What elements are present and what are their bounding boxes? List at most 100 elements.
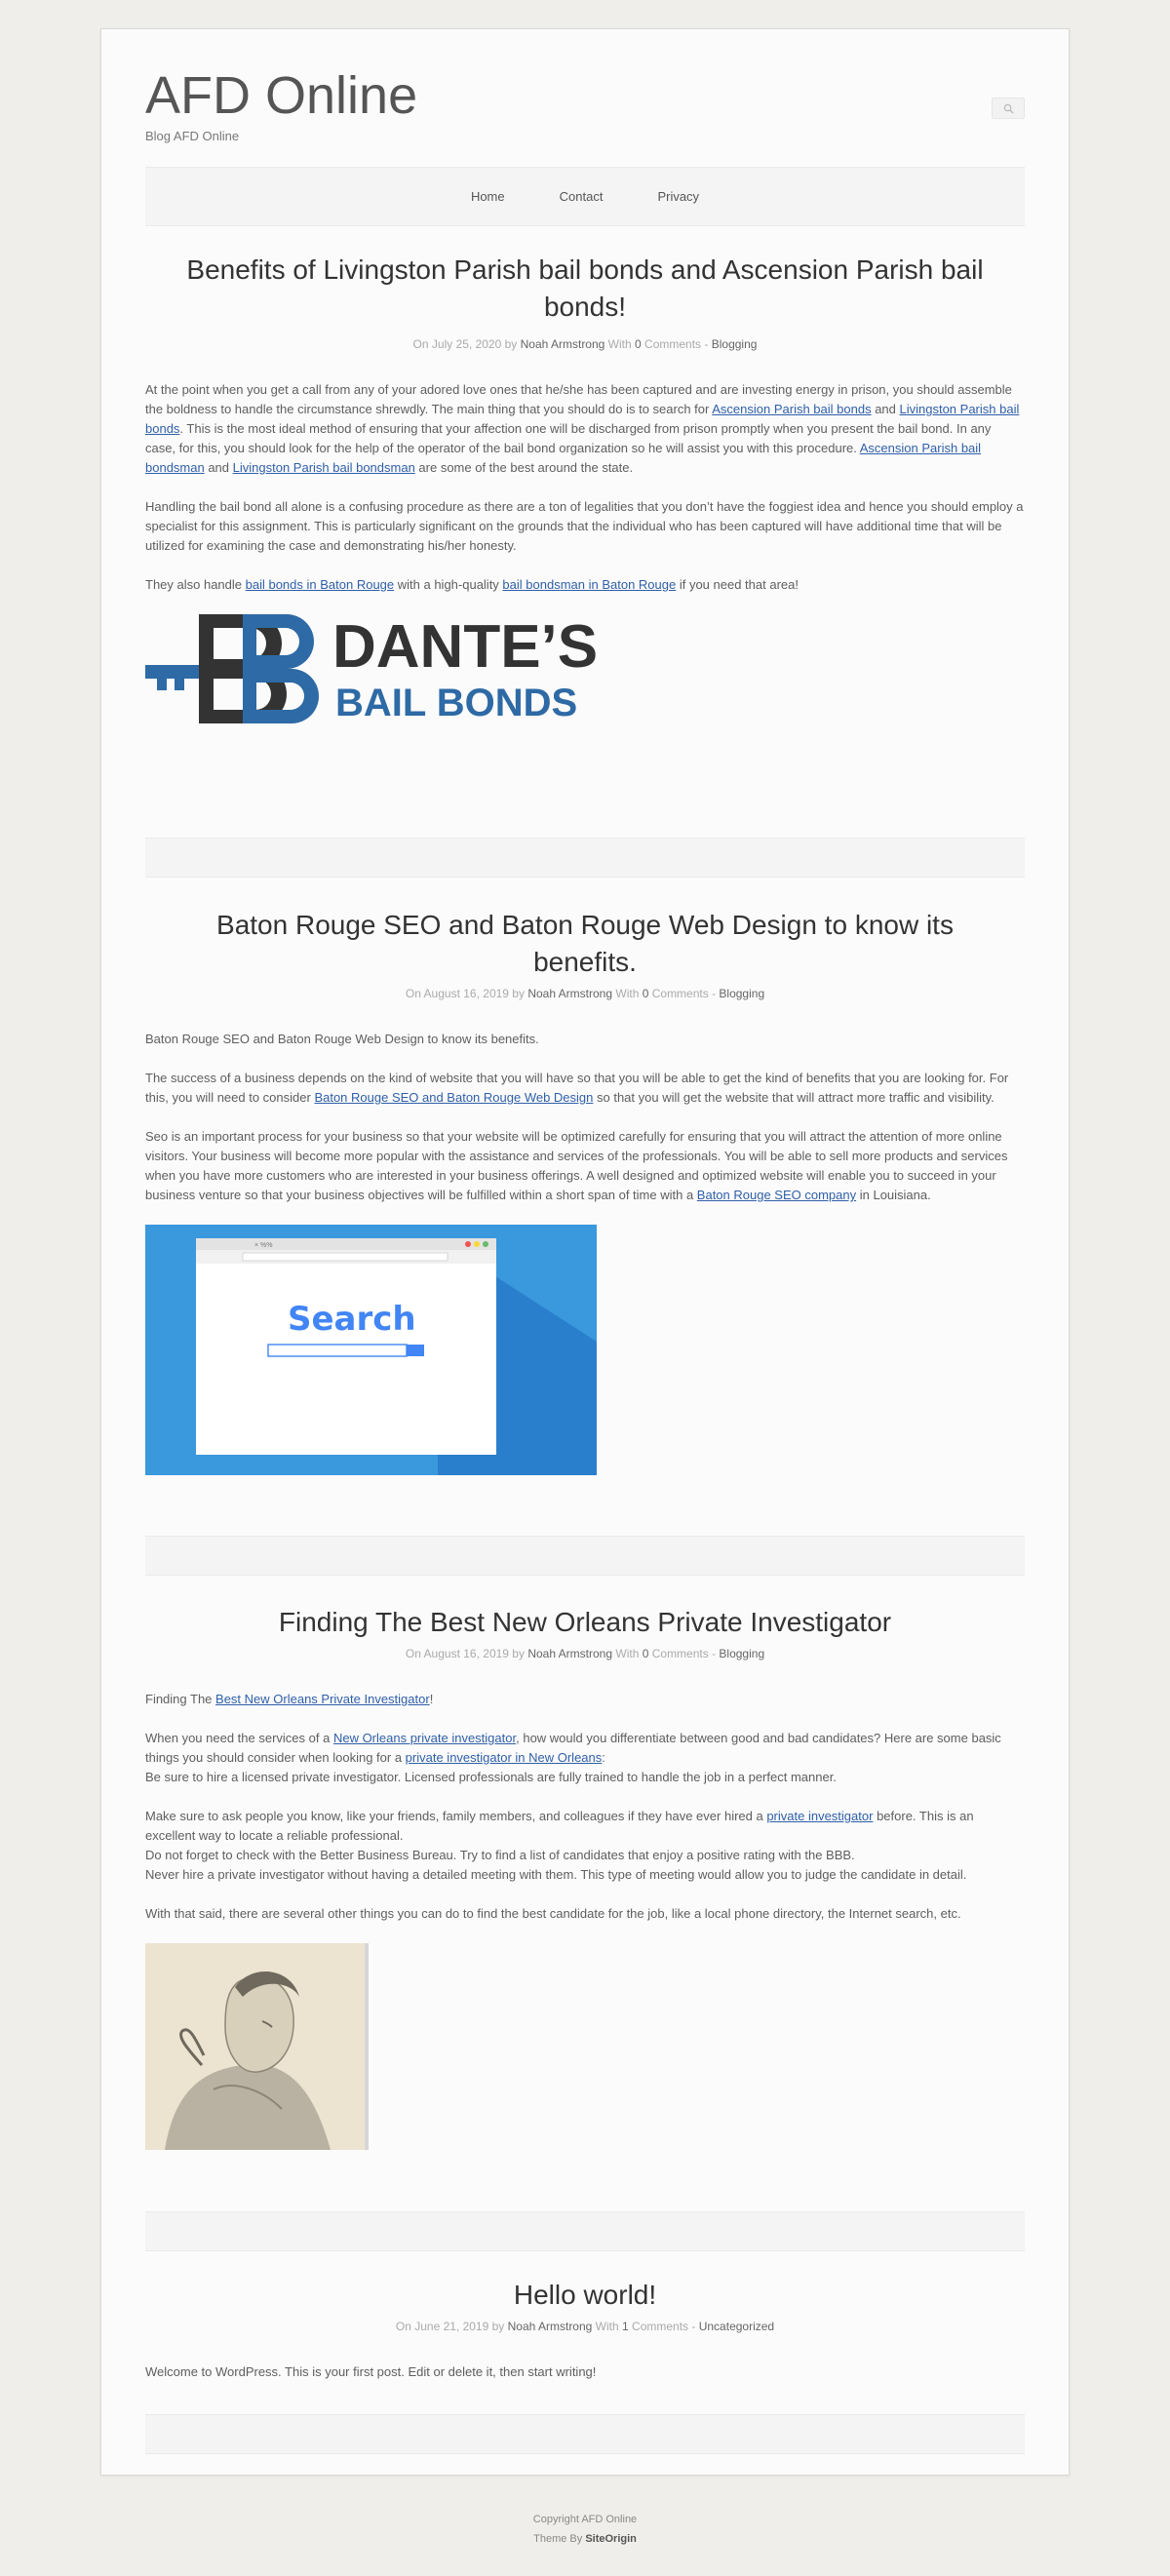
search-icon [1003, 103, 1014, 114]
paragraph: With that said, there are several other … [145, 1906, 961, 1921]
content-link[interactable]: Baton Rouge SEO company [697, 1188, 856, 1202]
category-link[interactable]: Blogging [712, 337, 758, 351]
post-title[interactable]: Hello world! [145, 2277, 1025, 2314]
content-link[interactable]: private investigator in New Orleans [406, 1750, 603, 1765]
paragraph: Baton Rouge SEO and Baton Rouge Web Desi… [145, 1032, 539, 1046]
content-link[interactable]: private investigator [766, 1809, 873, 1823]
text: When you need the services of a [145, 1731, 333, 1745]
paragraph: When you need the services of a New Orle… [145, 1729, 1025, 1787]
text: are some of the best around the state. [414, 460, 634, 475]
theme-brand-link[interactable]: SiteOrigin [585, 2533, 637, 2545]
post-author-link[interactable]: Noah Armstrong [521, 337, 605, 351]
text: Make sure to ask people you know, like y… [145, 1809, 767, 1823]
post-title[interactable]: Finding The Best New Orleans Private Inv… [145, 1604, 1025, 1641]
meta-text: With [612, 987, 643, 1000]
paragraph: Finding The Best New Orleans Private Inv… [145, 1690, 1025, 1709]
text: Theme By [533, 2533, 586, 2545]
text: : [602, 1750, 605, 1765]
post-meta: On July 25, 2020 by Noah Armstrong With … [145, 337, 1025, 351]
post-date: On July 25, 2020 by [412, 337, 521, 351]
post-author-link[interactable]: Noah Armstrong [527, 1647, 612, 1660]
content-link[interactable]: Livingston Parish bail bondsman [233, 460, 415, 475]
search-wordmark: Search [288, 1300, 416, 1339]
post-date: On June 21, 2019 by [395, 2320, 508, 2333]
content-link[interactable]: Ascension Parish bail bonds [712, 402, 871, 416]
content-link[interactable]: bail bondsman in Baton Rouge [502, 577, 676, 592]
browser-tab-label: × %% [254, 1242, 272, 1249]
text: and [204, 460, 233, 475]
paragraph: At the point when you get a call from an… [145, 380, 1025, 478]
post-author-link[interactable]: Noah Armstrong [508, 2320, 593, 2333]
text: They also handle [145, 577, 246, 592]
text: ! [429, 1692, 434, 1706]
comments-link[interactable]: Comments - [648, 1647, 719, 1660]
content-link[interactable]: Best New Orleans Private Investigator [215, 1692, 430, 1706]
post-author-link[interactable]: Noah Armstrong [527, 987, 612, 1000]
text: and [871, 402, 900, 416]
post-divider [145, 838, 1025, 878]
content-link[interactable]: Baton Rouge SEO and Baton Rouge Web Desi… [314, 1090, 593, 1105]
paragraph: Welcome to WordPress. This is your first… [145, 2364, 597, 2379]
comment-count: 1 [622, 2320, 629, 2333]
site-title[interactable]: AFD Online [145, 64, 417, 127]
site-footer: Copyright AFD Online Theme By SiteOrigin [0, 2510, 1170, 2549]
paragraph: The success of a business depends on the… [145, 1069, 1025, 1108]
paragraph: Handling the bail bond all alone is a co… [145, 499, 1024, 553]
comment-count: 0 [635, 337, 642, 351]
post-content: Finding The Best New Orleans Private Inv… [145, 1690, 1025, 2150]
post-article: Finding The Best New Orleans Private Inv… [145, 1604, 1025, 2150]
post-date: On August 16, 2019 by [405, 1647, 528, 1660]
footer-copyright: Copyright AFD Online [532, 2514, 638, 2525]
text: if you need that area! [676, 577, 799, 592]
comments-link[interactable]: Comments - [629, 2320, 699, 2333]
category-link[interactable]: Blogging [719, 1647, 764, 1660]
post-meta: On August 16, 2019 by Noah Armstrong Wit… [145, 1647, 1025, 1660]
nav-item-privacy[interactable]: Privacy [630, 189, 726, 204]
meta-text: With [604, 337, 636, 351]
post-content: Baton Rouge SEO and Baton Rouge Web Desi… [145, 1030, 1025, 1475]
logo-line2: BAIL BONDS [335, 682, 577, 723]
meta-text: With [592, 2320, 623, 2333]
text: with a high-quality [394, 577, 503, 592]
text: Never hire a private investigator withou… [145, 1867, 967, 1882]
comments-link[interactable]: Comments - [642, 337, 712, 351]
post-divider [145, 1536, 1025, 1576]
content-link[interactable]: New Orleans private investigator [333, 1731, 516, 1745]
text: Be sure to hire a licensed private inves… [145, 1770, 837, 1784]
text: Do not forget to check with the Better B… [145, 1848, 855, 1862]
main-navigation: Home Contact Privacy [145, 167, 1025, 226]
footer-theme-credit: Theme By SiteOrigin [0, 2529, 1170, 2549]
page-container: AFD Online Blog AFD Online Home Contact … [100, 28, 1070, 2476]
post-content: At the point when you get a call from an… [145, 380, 1025, 724]
category-link[interactable]: Blogging [719, 987, 764, 1000]
post-title[interactable]: Benefits of Livingston Parish bail bonds… [145, 252, 1025, 326]
search-illustration: × %% Search [145, 1225, 597, 1475]
nav-item-contact[interactable]: Contact [532, 189, 631, 204]
content-link[interactable]: bail bonds in Baton Rouge [246, 577, 395, 592]
paragraph: Make sure to ask people you know, like y… [145, 1807, 1025, 1885]
post-content: Welcome to WordPress. This is your first… [145, 2362, 1025, 2382]
post-article: Hello world! On June 21, 2019 by Noah Ar… [145, 2277, 1025, 2401]
post-article: Baton Rouge SEO and Baton Rouge Web Desi… [145, 907, 1025, 1475]
post-date: On August 16, 2019 by [405, 987, 528, 1000]
search-button[interactable] [992, 98, 1025, 119]
dantes-bail-bonds-logo: DANTE’S BAIL BONDS [145, 613, 633, 724]
category-link[interactable]: Uncategorized [699, 2320, 774, 2333]
post-article: Benefits of Livingston Parish bail bonds… [145, 252, 1025, 724]
logo-graphic: DANTE’S BAIL BONDS [145, 613, 598, 724]
text: Finding The [145, 1692, 216, 1706]
meta-text: With [612, 1647, 643, 1660]
post-meta: On June 21, 2019 by Noah Armstrong With … [145, 2320, 1025, 2333]
paragraph: They also handle bail bonds in Baton Rou… [145, 575, 1025, 595]
post-divider [145, 2211, 1025, 2251]
investigator-sketch-image [145, 1943, 369, 2150]
site-description: Blog AFD Online [145, 129, 240, 143]
comments-link[interactable]: Comments - [648, 987, 719, 1000]
post-divider [145, 2414, 1025, 2454]
nav-item-home[interactable]: Home [444, 189, 532, 204]
logo-line1: DANTE’S [332, 614, 598, 681]
text: in Louisiana. [856, 1188, 931, 1202]
post-meta: On August 16, 2019 by Noah Armstrong Wit… [145, 987, 1025, 1000]
post-title[interactable]: Baton Rouge SEO and Baton Rouge Web Desi… [145, 907, 1025, 981]
paragraph: Seo is an important process for your bus… [145, 1127, 1025, 1205]
